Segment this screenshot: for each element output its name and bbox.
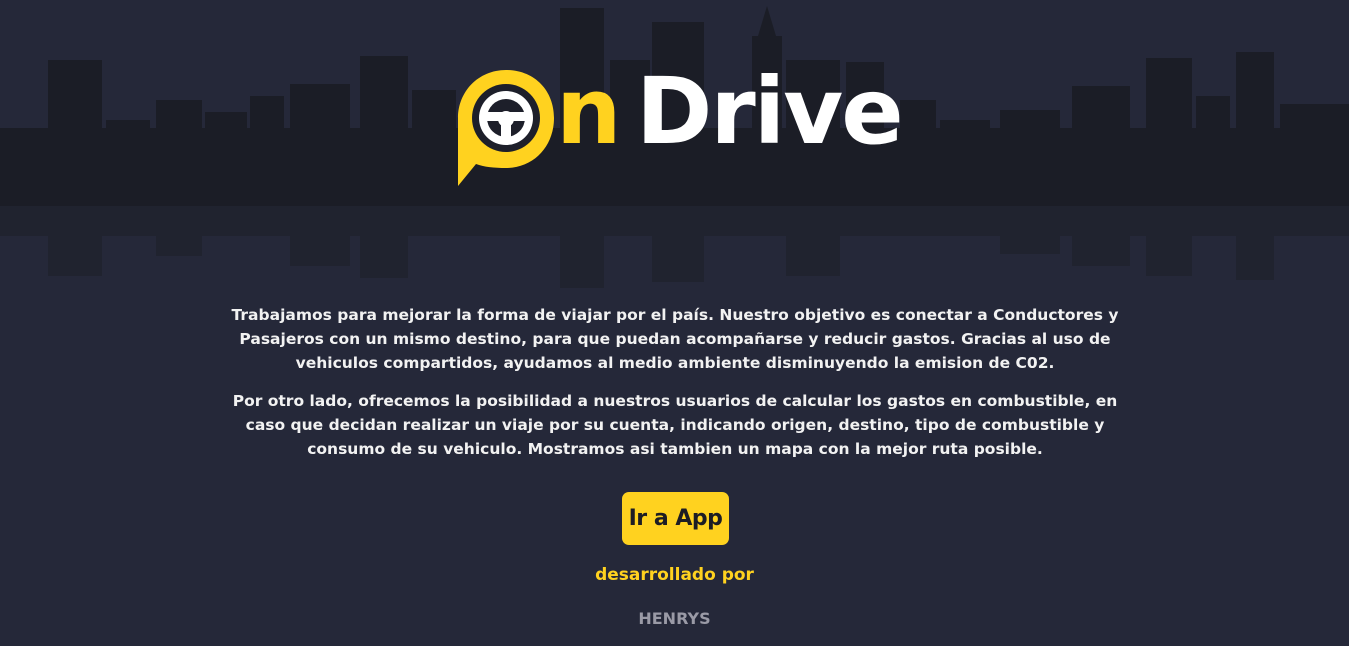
about-section: Trabajamos para mejorar la forma de viaj… [230,303,1120,475]
about-paragraph-2: Por otro lado, ofrecemos la posibilidad … [232,392,1118,458]
logo-word-drive: Drive [636,58,904,165]
landing-page: n Drive Trabajamos para mejorar la forma… [0,0,1349,646]
go-to-app-button[interactable]: Ir a App [622,492,729,545]
developed-by-label: desarrollado por [595,565,754,585]
logo-letter-n: n [556,58,621,165]
about-paragraph-1: Trabajamos para mejorar la forma de viaj… [231,306,1119,372]
author-name: HENRYS [638,609,711,628]
